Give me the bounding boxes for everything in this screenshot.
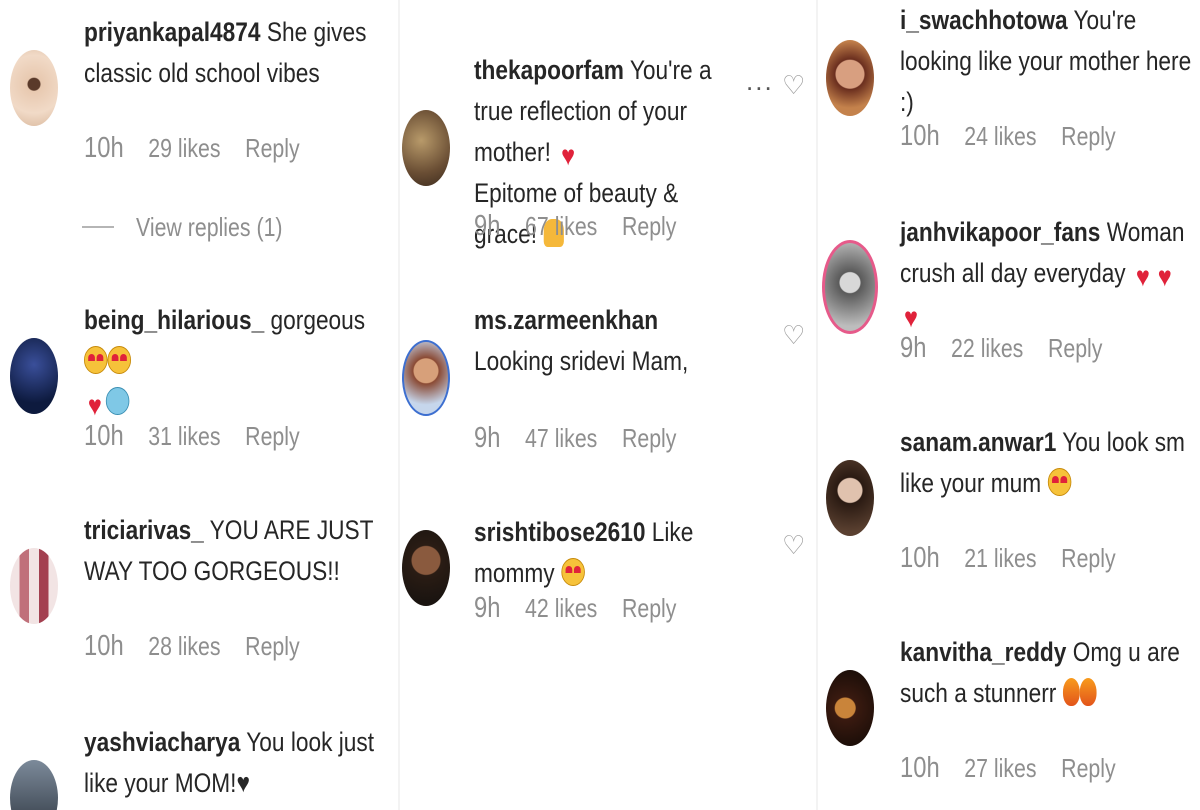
comment-time: 9h <box>474 210 501 242</box>
avatar[interactable] <box>402 340 450 416</box>
comment-time: 9h <box>900 332 927 364</box>
comments-column-2: thekapoorfam You're a true reflection of… <box>400 0 816 810</box>
comment-likes[interactable]: 67 likes <box>525 211 597 241</box>
more-options-icon[interactable]: ... <box>746 66 774 97</box>
comment-meta: 10h 28 likes Reply <box>84 630 324 663</box>
heart-outline-icon[interactable]: ♡ <box>782 532 808 558</box>
avatar[interactable] <box>10 548 58 624</box>
comment-time: 10h <box>900 120 940 152</box>
comment-text: triciarivas_ YOU ARE JUST WAY TOO GORGEO… <box>84 510 386 592</box>
comment-time: 10h <box>84 420 124 452</box>
view-replies-button[interactable]: View replies (1) <box>136 212 283 243</box>
reply-button[interactable]: Reply <box>245 631 300 661</box>
comment-username[interactable]: being_hilarious_ <box>84 305 264 335</box>
red-heart-emoji-icon: ♥ <box>1157 261 1172 292</box>
reply-button[interactable]: Reply <box>1061 753 1116 783</box>
comment-likes[interactable]: 29 likes <box>148 133 220 163</box>
comment-username[interactable]: yashviacharya <box>84 727 240 757</box>
fire-emoji-icon <box>1062 678 1080 706</box>
comment-time: 10h <box>84 630 124 662</box>
comment-likes[interactable]: 31 likes <box>148 421 220 451</box>
reply-button[interactable]: Reply <box>1061 121 1116 151</box>
comment-body: gorgeous <box>270 305 366 335</box>
avatar[interactable] <box>10 50 58 126</box>
comment-likes[interactable]: 22 likes <box>951 333 1023 363</box>
comment-meta: 9h 22 likes Reply <box>900 332 1127 365</box>
reply-button[interactable]: Reply <box>245 133 300 163</box>
reply-button[interactable]: Reply <box>622 423 677 453</box>
comment-username[interactable]: ms.zarmeenkhan <box>474 305 658 335</box>
comment-text: srishtibose2610 Like mommy <box>474 512 743 594</box>
comment-username[interactable]: janhvikapoor_fans <box>900 217 1100 247</box>
comment-meta: 9h 42 likes Reply <box>474 592 701 625</box>
comment-time: 10h <box>84 132 124 164</box>
comment-meta: 9h 47 likes Reply <box>474 422 701 455</box>
red-heart-emoji-icon: ♥ <box>1135 261 1150 292</box>
avatar[interactable] <box>826 40 874 116</box>
comment-username[interactable]: sanam.anwar1 <box>900 427 1056 457</box>
comment-time: 9h <box>474 592 501 624</box>
red-heart-emoji-icon: ♥ <box>903 302 918 333</box>
comment-meta: 10h 31 likes Reply <box>84 420 324 453</box>
heart-outline-icon[interactable]: ♡ <box>782 322 808 348</box>
heart-outline-icon[interactable]: ♡ <box>782 72 808 98</box>
heart-eyes-emoji-icon <box>560 558 585 586</box>
comment-likes[interactable]: 28 likes <box>148 631 220 661</box>
comment-text: kanvitha_reddy Omg u are such a stunnerr <box>900 632 1194 714</box>
comment-username[interactable]: srishtibose2610 <box>474 517 645 547</box>
fire-emoji-icon <box>1079 678 1097 706</box>
comment-username[interactable]: kanvitha_reddy <box>900 637 1066 667</box>
avatar[interactable] <box>10 338 58 414</box>
comment-time: 9h <box>474 422 501 454</box>
reply-button[interactable]: Reply <box>1048 333 1103 363</box>
reply-button[interactable]: Reply <box>245 421 300 451</box>
reply-button[interactable]: Reply <box>622 593 677 623</box>
comments-column-3: i_swachhotowa You're looking like your m… <box>818 0 1200 810</box>
avatar[interactable] <box>826 460 874 536</box>
comment-text: i_swachhotowa You're looking like your m… <box>900 0 1194 123</box>
comment-text: being_hilarious_ gorgeous ♥ <box>84 300 386 423</box>
comment-text: priyankapal4874 She gives classic old sc… <box>84 12 386 94</box>
view-replies-line <box>82 226 114 228</box>
comment-meta: 10h 29 likes Reply <box>84 132 324 165</box>
avatar[interactable] <box>402 530 450 606</box>
heart-eyes-emoji-icon <box>84 346 108 374</box>
avatar[interactable] <box>402 110 450 186</box>
comment-likes[interactable]: 27 likes <box>964 753 1036 783</box>
heart-eyes-emoji-icon <box>1047 468 1071 496</box>
avatar[interactable] <box>822 240 878 334</box>
comment-meta: 10h 21 likes Reply <box>900 542 1140 575</box>
comment-likes[interactable]: 24 likes <box>964 121 1036 151</box>
comment-username[interactable]: triciarivas_ <box>84 515 204 545</box>
comment-time: 10h <box>900 752 940 784</box>
comments-column-1: priyankapal4874 She gives classic old sc… <box>0 0 398 810</box>
comment-meta: 10h 27 likes Reply <box>900 752 1140 785</box>
comment-text: yashviacharya You look just like your MO… <box>84 722 386 804</box>
comment-username[interactable]: thekapoorfam <box>474 55 624 85</box>
comment-likes[interactable]: 47 likes <box>525 423 597 453</box>
comment-body: Looking sridevi Mam, <box>474 346 689 376</box>
comment-text: sanam.anwar1 You look sm like your mum <box>900 422 1194 504</box>
comment-likes[interactable]: 21 likes <box>964 543 1036 573</box>
avatar[interactable] <box>10 760 58 810</box>
comment-time: 10h <box>900 542 940 574</box>
reply-button[interactable]: Reply <box>1061 543 1116 573</box>
comment-likes[interactable]: 42 likes <box>525 593 597 623</box>
comment-text: ms.zarmeenkhan Looking sridevi Mam, <box>474 300 743 382</box>
comment-username[interactable]: priyankapal4874 <box>84 17 261 47</box>
red-heart-emoji-icon: ♥ <box>87 390 102 421</box>
comment-text: janhvikapoor_fans Woman crush all day ev… <box>900 212 1194 335</box>
avatar[interactable] <box>826 670 874 746</box>
comment-username[interactable]: i_swachhotowa <box>900 5 1068 35</box>
reply-button[interactable]: Reply <box>622 211 677 241</box>
comment-meta: 10h 24 likes Reply <box>900 120 1140 153</box>
red-heart-emoji-icon: ♥ <box>561 140 576 171</box>
crying-face-emoji-icon <box>105 387 130 415</box>
comment-meta: 9h 67 likes Reply <box>474 210 701 243</box>
heart-eyes-emoji-icon <box>107 346 132 374</box>
